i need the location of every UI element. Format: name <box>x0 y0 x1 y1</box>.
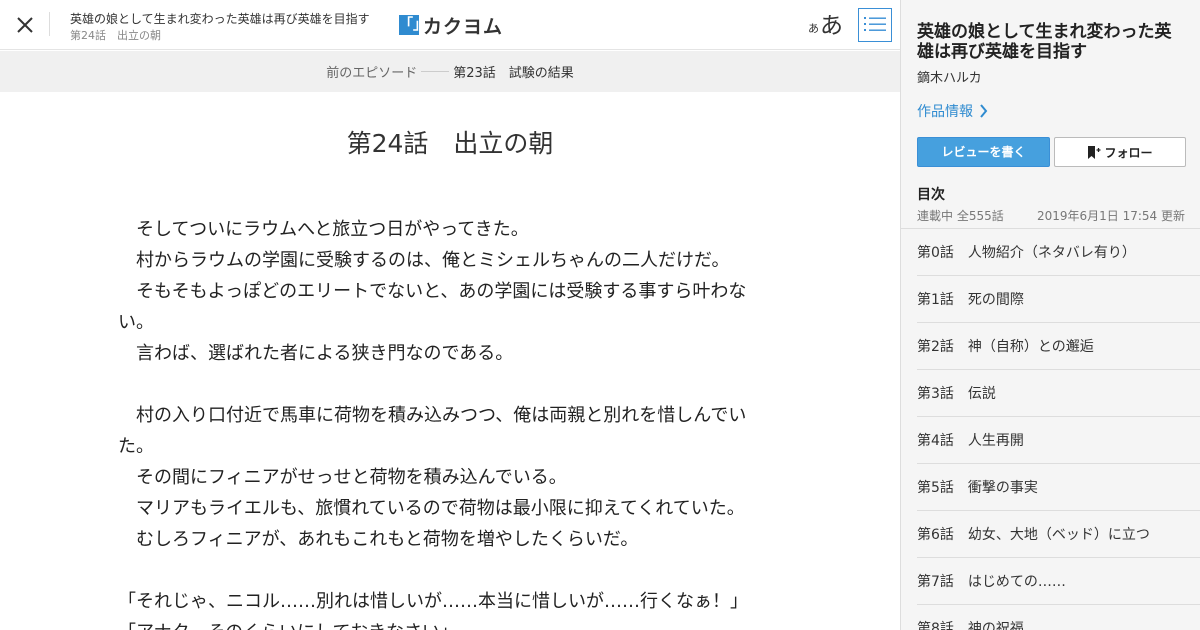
episode-number: 第7話 <box>917 574 954 590</box>
kakuyomu-logo[interactable]: 「」 カクヨム <box>399 12 503 38</box>
body-paragraph: マリアもライエルも、旅慣れているので荷物は最小限に抑えてくれていた。 <box>118 498 745 519</box>
previous-episode-label: 前のエピソード <box>326 66 418 81</box>
episode-list-title: 伝説 <box>967 386 996 402</box>
body-paragraph <box>118 555 758 586</box>
body-paragraph: その間にフィニアがせっせと荷物を積み込んでいる。 <box>118 467 567 488</box>
body-paragraph: 言わば、選ばれた者による狭き門なのである。 <box>118 343 514 364</box>
episode-list-title: 人物紹介（ネタバレ有り） <box>967 245 1136 261</box>
previous-episode-title: 第23話 試験の結果 <box>453 66 574 81</box>
episode-number: 第4話 <box>917 433 954 449</box>
header-work-title[interactable]: 英雄の娘として生まれ変わった英雄は再び英雄を目指す <box>70 10 370 27</box>
follow-button[interactable]: フォロー <box>1054 137 1186 167</box>
logo-text: カクヨム <box>423 15 504 38</box>
episode-list-title: 神の祝福 <box>967 621 1024 630</box>
font-large-glyph: あ <box>820 13 843 39</box>
episode-number: 第1話 <box>917 292 954 308</box>
episode-list-item[interactable]: 第3話 伝説 <box>917 370 1200 417</box>
episode-list-title: 神（自称）との邂逅 <box>967 339 1094 355</box>
logo-mark-icon: 「」 <box>399 15 427 35</box>
episode-list-title: 衝撃の事実 <box>967 480 1038 496</box>
episode-list-item[interactable]: 第5話 衝撃の事実 <box>917 464 1200 511</box>
list-icon <box>864 17 886 31</box>
episode-list-item[interactable]: 第6話 幼女、大地（ベッド）に立つ <box>917 511 1200 558</box>
body-paragraph <box>118 369 758 400</box>
episode-list-item[interactable]: 第1話 死の間際 <box>917 276 1200 323</box>
episode-list-item[interactable]: 第7話 はじめての…… <box>917 558 1200 605</box>
reader-header: 英雄の娘として生まれ変わった英雄は再び英雄を目指す 第24話 出立の朝 「」 カ… <box>0 0 900 50</box>
toc-heading: 目次 <box>917 187 945 203</box>
episode-list: 第0話 人物紹介（ネタバレ有り） 第1話 死の間際 第2話 神（自称）との邂逅 第3話 伝説第… <box>917 229 1200 630</box>
reader-main: 英雄の娘として生まれ変わった英雄は再び英雄を目指す 第24話 出立の朝 「」 カ… <box>0 0 900 630</box>
font-size-button[interactable]: あ あ <box>808 8 843 40</box>
toc-toggle-button[interactable] <box>858 8 892 42</box>
episode-number: 第5話 <box>917 480 954 496</box>
episode-list-item[interactable]: 第0話 人物紹介（ネタバレ有り） <box>917 229 1200 276</box>
toc-sidebar: 英雄の娘として生まれ変わった英雄は再び英雄を目指す 鏑木ハルカ 作品情報 レビュ… <box>900 0 1200 630</box>
episode-list-item[interactable]: 第4話 人生再開 <box>917 417 1200 464</box>
episode-list-title: 人生再開 <box>967 433 1024 449</box>
header-divider <box>49 12 50 36</box>
body-paragraph: そしてついにラウムへと旅立つ日がやってきた。 <box>118 219 529 240</box>
body-paragraph: 村からラウムの学園に受験するのは、俺とミシェルちゃんの二人だけだ。 <box>118 250 730 271</box>
episode-number: 第8話 <box>917 621 954 630</box>
bookmark-plus-icon <box>1088 145 1101 159</box>
body-paragraph: むしろフィニアが、あれもこれもと荷物を増やしたくらいだ。 <box>118 529 639 550</box>
episode-number: 第3話 <box>917 386 954 402</box>
episode-title: 第24話 出立の朝 <box>346 129 554 158</box>
write-review-button[interactable]: レビューを書く <box>917 137 1050 167</box>
close-button[interactable] <box>12 12 38 38</box>
serial-status: 連載中 全555話 <box>917 209 1004 223</box>
body-paragraph: 「アナタ、そのくらいにしておきなさい」 <box>118 617 758 630</box>
sidebar-work-title[interactable]: 英雄の娘として生まれ変わった英雄は再び英雄を目指す <box>917 22 1187 62</box>
previous-episode-separator <box>421 71 450 72</box>
episode-list-title: 幼女、大地（ベッド）に立つ <box>967 527 1150 543</box>
episode-list-title: 死の間際 <box>967 292 1024 308</box>
close-icon <box>17 17 33 33</box>
chevron-right-icon <box>980 104 988 118</box>
episode-list-item[interactable]: 第8話 神の祝福 <box>917 605 1200 630</box>
header-episode-title: 第24話 出立の朝 <box>70 29 161 42</box>
sidebar-author[interactable]: 鏑木ハルカ <box>917 67 982 86</box>
last-updated: 2019年6月1日 17:54 更新 <box>1036 209 1185 223</box>
episode-body: そしてついにラウムへと旅立つ日がやってきた。 村からラウムの学園に受験するのは、… <box>118 214 758 630</box>
episode-number: 第6話 <box>917 527 954 543</box>
font-small-glyph: あ <box>808 22 819 35</box>
body-paragraph: 村の入り口付近で馬車に荷物を積み込みつつ、俺は両親と別れを惜しんでいた。 <box>118 405 747 457</box>
episode-list-title: はじめての…… <box>967 574 1066 590</box>
body-paragraph: そもそもよっぽどのエリートでないと、あの学園には受験する事すら叶わない。 <box>118 281 747 333</box>
work-info-label: 作品情報 <box>917 104 973 120</box>
body-paragraph: 「それじゃ、ニコル……別れは惜しいが……本当に惜しいが……行くなぁ！」 <box>118 591 748 612</box>
follow-label: フォロー <box>1104 145 1153 160</box>
episode-number: 第0話 <box>917 245 954 261</box>
episode-number: 第2話 <box>917 339 954 355</box>
work-info-link[interactable]: 作品情報 <box>917 101 988 121</box>
episode-list-item[interactable]: 第2話 神（自称）との邂逅 <box>917 323 1200 370</box>
previous-episode-link[interactable]: 前のエピソード 第23話 試験の結果 <box>0 51 900 92</box>
